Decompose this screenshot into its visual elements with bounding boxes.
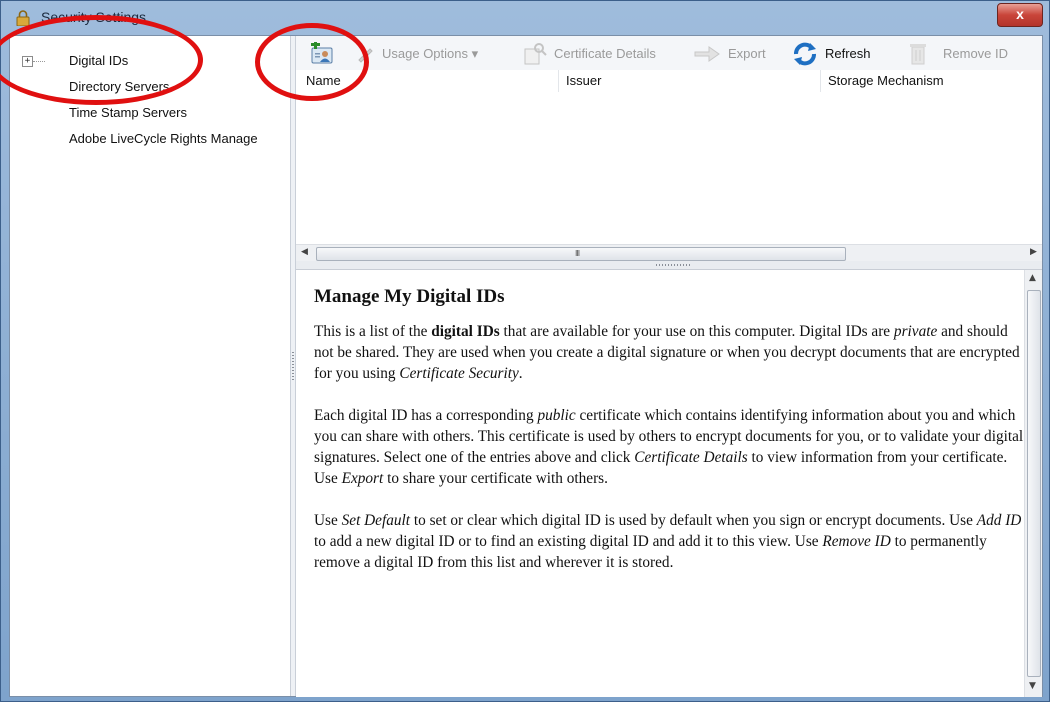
scroll-up-arrow-icon[interactable]: ▲ (1029, 273, 1036, 283)
refresh-icon (794, 42, 816, 66)
vertical-scrollbar[interactable]: ▲ ▼ (1024, 270, 1042, 697)
help-emphasis: public (537, 407, 576, 424)
certificate-details-icon (524, 43, 547, 65)
scroll-left-arrow-icon[interactable]: ◀ (301, 247, 308, 257)
toolbar: Usage Options ▾ Certificate Details Expo… (296, 36, 1042, 70)
help-emphasis: Certificate Details (634, 449, 748, 466)
column-storage-mechanism[interactable]: Storage Mechanism (828, 73, 944, 88)
horizontal-scroll-thumb[interactable]: III (316, 247, 846, 261)
digital-ids-list[interactable] (296, 92, 1042, 244)
column-issuer[interactable]: Issuer (566, 73, 601, 88)
help-text: to set or clear which digital ID is used… (410, 512, 977, 529)
security-settings-window: Security Settings x + Digital IDs Direct… (0, 0, 1050, 702)
export-button[interactable]: Export (728, 46, 766, 61)
chevron-down-icon: ▾ (471, 46, 479, 61)
help-emphasis: private (893, 323, 938, 340)
splitter-grip (292, 352, 294, 382)
help-text: to share your certificate with others. (383, 470, 608, 487)
help-text: to add a new digital ID or to find an ex… (314, 533, 823, 550)
scroll-grip: III (575, 249, 580, 258)
usage-options-label: Usage Options (382, 46, 468, 61)
export-icon (694, 46, 720, 62)
settings-tree: + Digital IDs Directory Servers Time Sta… (10, 36, 290, 696)
scroll-down-arrow-icon[interactable]: ▼ (1029, 681, 1036, 691)
help-emphasis: Remove ID (822, 533, 891, 550)
help-paragraph-3: Use Set Default to set or clear which di… (314, 510, 1026, 573)
horizontal-scrollbar[interactable]: ◀ III ▶ (296, 244, 1042, 262)
refresh-button[interactable]: Refresh (825, 46, 871, 61)
help-emphasis: Certificate Security (399, 365, 519, 382)
annotation-circle-add-id (255, 23, 369, 101)
help-emphasis: digital IDs (431, 323, 500, 340)
help-emphasis: Add ID (976, 512, 1022, 529)
help-paragraph-1: This is a list of the digital IDs that a… (314, 321, 1026, 384)
help-text: . (518, 365, 523, 382)
list-header: Name Issuer Storage Mechanism (296, 70, 1042, 93)
help-text: that are available for your use on this … (499, 323, 894, 340)
column-divider[interactable] (820, 70, 821, 92)
tree-item-time-stamp-servers[interactable]: Time Stamp Servers (69, 105, 187, 120)
close-button[interactable]: x (997, 3, 1043, 27)
column-divider[interactable] (558, 70, 559, 92)
horizontal-splitter[interactable] (296, 261, 1042, 269)
usage-options-button[interactable]: Usage Options ▾ (382, 46, 478, 62)
scroll-right-arrow-icon[interactable]: ▶ (1030, 247, 1037, 257)
help-panel: Manage My Digital IDs This is a list of … (296, 269, 1042, 697)
help-content: Manage My Digital IDs This is a list of … (314, 286, 1026, 594)
help-title: Manage My Digital IDs (314, 286, 505, 307)
help-emphasis: Export (341, 470, 384, 487)
vertical-scroll-thumb[interactable] (1027, 290, 1041, 677)
help-text: This is a list of the (314, 323, 432, 340)
help-text: Use (314, 512, 342, 529)
digital-ids-pane: Usage Options ▾ Certificate Details Expo… (296, 36, 1042, 697)
lock-icon (16, 10, 30, 26)
dialog-body: + Digital IDs Directory Servers Time Sta… (9, 35, 1043, 697)
help-paragraph-2: Each digital ID has a corresponding publ… (314, 405, 1026, 489)
trash-icon (910, 44, 926, 65)
remove-id-button[interactable]: Remove ID (943, 46, 1008, 61)
help-text: Each digital ID has a corresponding (314, 407, 538, 424)
splitter-grip (656, 264, 690, 266)
help-emphasis: Set Default (341, 512, 411, 529)
certificate-details-button[interactable]: Certificate Details (554, 46, 656, 61)
tree-item-livecycle-rights-management[interactable]: Adobe LiveCycle Rights Manage (69, 131, 258, 146)
